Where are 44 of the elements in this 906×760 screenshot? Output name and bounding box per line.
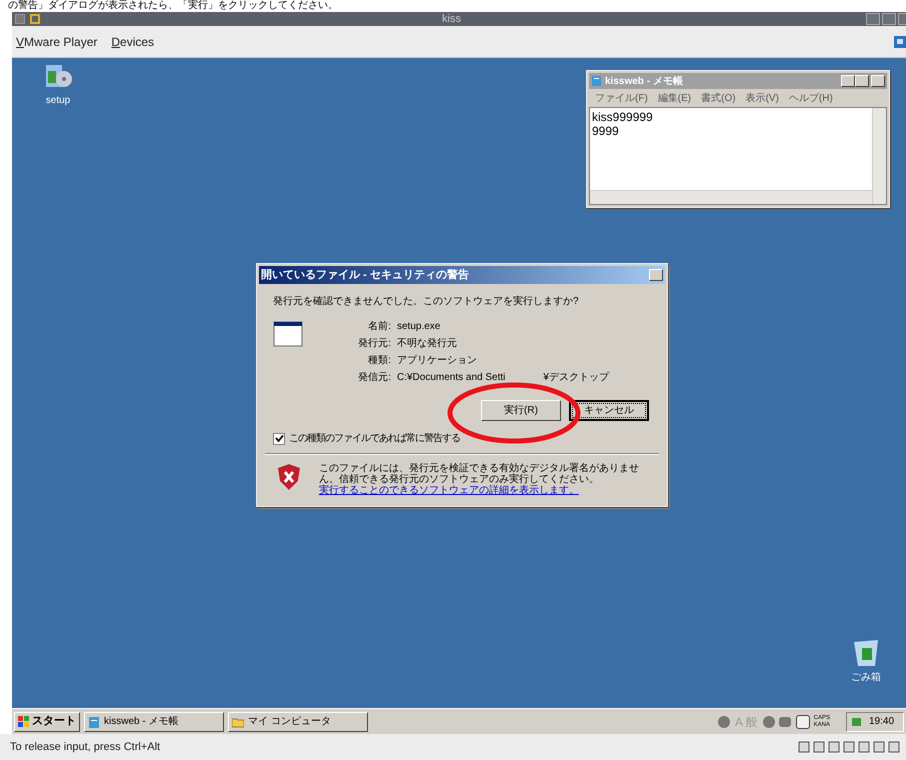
field-value: C:¥Documents and Setti [397,371,506,385]
checkbox-label: この種類のファイルであれば常に警告する [289,432,460,446]
field-value: setup.exe [397,320,440,334]
text-area[interactable]: kiss999999 9999 [589,107,887,205]
menu-item[interactable]: 編集(E) [658,90,692,106]
icon-label[interactable]: ごみ箱 [851,670,881,685]
notepad-icon [591,75,602,87]
clock: 19:40 [869,715,894,729]
menu-item[interactable]: 表示(V) [746,90,779,106]
program-window-icon [273,321,303,347]
dialog-question: 発行元を確認できませんでした。このソフトウェアを実行しますか? [273,294,580,309]
window-title: kissweb - メモ帳 [605,74,683,88]
menu-item[interactable]: 書式(O) [701,90,736,106]
menu-item[interactable]: VMware Player [15,32,98,50]
warning-text: このファイルには、発行元を検証できる有効なデジタル署名がありません。信頼できる発行元のソフトウェアのみ実行してください。 [318,463,640,485]
start-button[interactable]: スタート [14,712,80,732]
shield-warning-icon [277,463,301,491]
horizontal-scrollbar[interactable] [590,190,872,204]
field-label: 名前: [367,320,391,334]
taskbar-button[interactable]: マイ コンピュータ [228,712,368,732]
icon-label[interactable]: setup [46,93,70,108]
notepad-icon [88,716,100,728]
field-label: 種類: [367,354,391,368]
field-label: 発信元: [357,371,391,385]
dialog-title: 開いているファイル - セキュリティの警告 [261,268,469,283]
cancel-button[interactable]: キャンセル [569,400,649,421]
text-line: kiss999999 [592,110,654,124]
field-label: 発行元: [357,337,391,351]
run-button[interactable]: 実行(R) [481,400,561,421]
status-text: To release input, press Ctrl+Alt [10,740,160,755]
taskbar-button[interactable]: kissweb - メモ帳 [84,712,224,732]
folder-icon [232,716,244,728]
menu-item[interactable]: ファイル(F) [595,90,648,106]
windows-logo-icon [18,716,30,728]
field-value: アプリケーション [397,354,477,368]
checkbox[interactable] [273,432,285,444]
field-value: 不明な発行元 [397,337,457,351]
window-title: kiss [442,12,461,26]
field-value: ¥デスクトップ [543,370,609,385]
details-link[interactable]: 実行することのできるソフトウェアの詳細を表示します。 [318,485,647,496]
text-line: 9999 [592,124,620,138]
vertical-scrollbar[interactable] [872,108,886,204]
menu-item[interactable]: Devices [110,32,156,50]
menu-item[interactable]: ヘルプ(H) [788,90,833,106]
